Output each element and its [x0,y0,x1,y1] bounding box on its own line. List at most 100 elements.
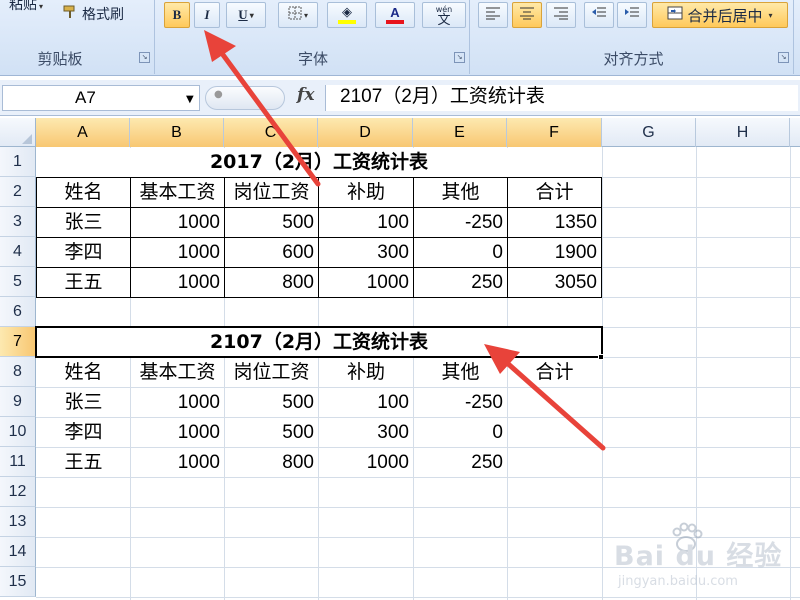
fill-color-button[interactable]: ◈ [327,2,367,28]
row-header-2[interactable]: 2 [0,177,36,207]
row-header-6[interactable]: 6 [0,297,36,327]
row-header-7[interactable]: 7 [0,327,36,357]
cancel-formula-icon[interactable]: ● [214,89,223,100]
table-cell[interactable]: 600 [225,238,318,267]
row-header-11[interactable]: 11 [0,447,36,477]
table2-header-total[interactable]: 合计 [508,358,601,387]
table-cell[interactable]: 0 [414,418,507,447]
column-header-h[interactable]: H [696,118,790,147]
table2-title-cell[interactable]: 2107（2月）工资统计表 [37,328,601,357]
name-box-dropdown-icon[interactable]: ▼ [186,94,194,105]
table-cell[interactable]: 张三 [37,388,130,417]
row-header-10[interactable]: 10 [0,417,36,447]
row-header-8[interactable]: 8 [0,357,36,387]
table-cell[interactable]: 300 [319,238,413,267]
bold-button[interactable]: B [164,2,190,28]
table-cell[interactable]: 1000 [319,448,413,477]
align-left-icon [485,6,501,24]
table-cell[interactable]: 1900 [508,238,601,267]
format-painter-button[interactable]: 格式刷 [62,2,124,26]
column-header-a[interactable]: A [36,118,130,147]
table2-header-post[interactable]: 岗位工资 [225,358,318,387]
table-cell[interactable]: 1000 [131,268,224,297]
decrease-indent-icon [591,6,607,24]
table-cell[interactable]: -250 [414,208,507,237]
row-header-14[interactable]: 14 [0,537,36,567]
insert-function-icon[interactable]: fx [297,85,314,105]
align-right-button[interactable] [546,2,576,28]
table-cell[interactable]: 李四 [37,418,130,447]
row-header-3[interactable]: 3 [0,207,36,237]
column-header-g[interactable]: G [602,118,696,147]
table-cell[interactable]: 李四 [37,238,130,267]
table-cell[interactable]: 800 [225,448,318,477]
column-header-c[interactable]: C [224,118,318,147]
column-header-f[interactable]: F [507,118,602,147]
alignment-dialog-launcher-icon[interactable]: ↘ [778,52,789,63]
table-cell[interactable]: 100 [319,208,413,237]
font-color-button[interactable]: A [375,2,415,28]
table1-title-cell[interactable]: 2017（2月）工资统计表 [37,148,601,177]
formula-bar: A7 ▼ ● fx 2107（2月）工资统计表 [0,80,800,116]
row-header-4[interactable]: 4 [0,237,36,267]
table1-header-bonus[interactable]: 补助 [319,178,413,207]
table-cell[interactable]: 王五 [37,448,130,477]
clipboard-dialog-launcher-icon[interactable]: ↘ [139,52,150,63]
table-cell[interactable]: 1000 [131,418,224,447]
table-cell[interactable]: 1350 [508,208,601,237]
table-cell[interactable]: 250 [414,268,507,297]
table1-header-base[interactable]: 基本工资 [131,178,224,207]
table-cell[interactable]: 500 [225,208,318,237]
paste-button[interactable]: 粘贴 ▾ [0,0,52,14]
font-group: B I U ▾ ▾ ◈ A wén 文 字体 ↘ [157,0,470,74]
select-all-corner[interactable] [0,118,36,147]
table-cell[interactable]: 张三 [37,208,130,237]
table2-header-name[interactable]: 姓名 [37,358,130,387]
italic-button[interactable]: I [194,2,220,28]
font-dialog-launcher-icon[interactable]: ↘ [454,52,465,63]
table2-header-other[interactable]: 其他 [414,358,507,387]
column-header-b[interactable]: B [130,118,224,147]
column-header-d[interactable]: D [318,118,413,147]
column-header-e[interactable]: E [413,118,507,147]
row-header-9[interactable]: 9 [0,387,36,417]
table2-header-bonus[interactable]: 补助 [319,358,413,387]
row-header-13[interactable]: 13 [0,507,36,537]
table-cell[interactable]: 1000 [131,208,224,237]
decrease-indent-button[interactable] [584,2,614,28]
row-header-15[interactable]: 15 [0,567,36,597]
underline-button[interactable]: U ▾ [226,2,266,28]
row-header-5[interactable]: 5 [0,267,36,297]
row-header-12[interactable]: 12 [0,477,36,507]
table-cell[interactable]: -250 [414,388,507,417]
table1-header-name[interactable]: 姓名 [37,178,130,207]
phonetic-button[interactable]: wén 文 [422,2,466,28]
font-group-label: 字体 [297,50,328,68]
table2-header-base[interactable]: 基本工资 [131,358,224,387]
table-cell[interactable]: 1000 [319,268,413,297]
table-cell[interactable]: 300 [319,418,413,447]
table-cell[interactable]: 1000 [131,448,224,477]
table-cell[interactable]: 250 [414,448,507,477]
table-cell[interactable]: 王五 [37,268,130,297]
table-cell[interactable]: 500 [225,418,318,447]
table-cell[interactable]: 800 [225,268,318,297]
table-cell[interactable]: 1000 [131,388,224,417]
border-button[interactable]: ▾ [278,2,318,28]
paste-label: 粘贴 [8,0,37,13]
table-cell[interactable]: 500 [225,388,318,417]
row-header-1[interactable]: 1 [0,147,36,177]
merge-center-button[interactable]: 合并后居中 ▾ [652,2,788,28]
increase-indent-button[interactable] [617,2,647,28]
name-box[interactable]: A7 [2,85,200,111]
table1-header-other[interactable]: 其他 [414,178,507,207]
table-cell[interactable]: 100 [319,388,413,417]
table1-header-post[interactable]: 岗位工资 [225,178,318,207]
table-cell[interactable]: 0 [414,238,507,267]
formula-input[interactable]: 2107（2月）工资统计表 [325,85,798,111]
align-left-button[interactable] [478,2,508,28]
align-center-button[interactable] [512,2,542,28]
table1-header-total[interactable]: 合计 [508,178,601,207]
table-cell[interactable]: 3050 [508,268,601,297]
table-cell[interactable]: 1000 [131,238,224,267]
